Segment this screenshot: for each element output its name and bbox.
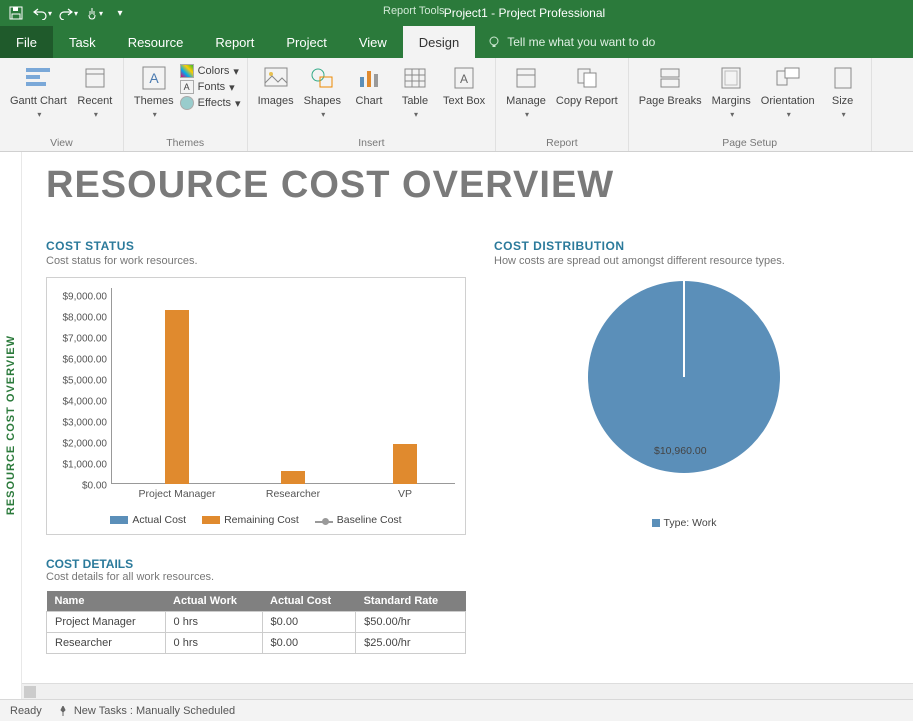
table-row[interactable]: Project Manager0 hrs$0.00$50.00/hr [47,612,466,633]
pie-legend: Type: Work [494,517,874,529]
images-button[interactable]: Images [254,62,298,110]
tell-me-search[interactable]: Tell me what you want to do [475,26,667,58]
undo-button[interactable]: ▾ [32,3,52,23]
title-bar: ▾ ▾ ▾ ▾ Report Tools Project1 - Project … [0,0,913,26]
manage-icon [512,64,540,92]
manage-button[interactable]: Manage [502,62,550,123]
save-button[interactable] [6,3,26,23]
recent-button[interactable]: Recent [73,62,117,123]
cost-details-panel: COST DETAILS Cost details for all work r… [46,557,466,654]
copy-icon [573,64,601,92]
page-breaks-button[interactable]: Page Breaks [635,62,706,110]
images-icon [262,64,290,92]
menu-bar: File Task Resource Report Project View D… [0,26,913,58]
shapes-button[interactable]: Shapes [300,62,345,123]
ribbon-group-themes: AThemes Colors ▾ AFonts ▾ Effects ▾ Them… [124,58,248,151]
cost-status-heading: COST STATUS [46,239,466,253]
copy-report-button[interactable]: Copy Report [552,62,622,110]
tell-me-placeholder: Tell me what you want to do [507,35,655,49]
context-tab-label: Report Tools [383,5,445,17]
themes-button[interactable]: AThemes [130,62,178,123]
orientation-icon [774,64,802,92]
tab-resource[interactable]: Resource [112,26,200,58]
colors-button[interactable]: Colors ▾ [180,64,241,78]
text-box-button[interactable]: AText Box [439,62,489,110]
tab-design[interactable]: Design [403,26,475,58]
report-canvas[interactable]: RESOURCE COST OVERVIEW COST STATUS Cost … [22,152,913,699]
margins-icon [717,64,745,92]
window-title: Project1 - Project Professional [136,6,913,20]
bar-legend: Actual Cost Remaining Cost Baseline Cost [47,514,465,526]
size-button[interactable]: Size [821,62,865,123]
ribbon-group-page-setup: Page Breaks Margins Orientation Size Pag… [629,58,872,151]
shapes-icon [308,64,336,92]
qat-customize-button[interactable]: ▾ [110,3,130,23]
cost-status-chart[interactable]: $0.00 $1,000.00 $2,000.00 $3,000.00 $4,0… [46,277,466,535]
ribbon-group-insert: Images Shapes Chart Table AText Box Inse… [248,58,497,151]
gantt-chart-button[interactable]: Gantt Chart [6,62,71,123]
pie-value-label: $10,960.00 [654,445,707,457]
document-area: RESOURCE COST OVERVIEW RESOURCE COST OVE… [0,152,913,699]
svg-text:A: A [149,70,159,86]
cost-dist-sub: How costs are spread out amongst differe… [494,255,874,267]
cost-details-heading: COST DETAILS [46,557,466,571]
bar-researcher [281,471,305,484]
ribbon: Gantt Chart Recent View AThemes Colors ▾… [0,58,913,152]
status-ready: Ready [10,705,42,717]
tab-project[interactable]: Project [270,26,342,58]
bulb-icon [487,35,501,49]
touch-mode-button[interactable]: ▾ [84,3,104,23]
page-breaks-icon [656,64,684,92]
cost-dist-heading: COST DISTRIBUTION [494,239,874,253]
ribbon-group-view: Gantt Chart Recent View [0,58,124,151]
fonts-button[interactable]: AFonts ▾ [180,80,241,94]
side-tab[interactable]: RESOURCE COST OVERVIEW [0,152,22,699]
status-newtasks: New Tasks : Manually Scheduled [58,705,235,717]
size-icon [829,64,857,92]
report-title: RESOURCE COST OVERVIEW [46,164,889,207]
tab-file[interactable]: File [0,26,53,58]
cost-status-panel: COST STATUS Cost status for work resourc… [46,239,466,535]
cost-dist-chart[interactable]: $10,960.00 Type: Work [494,277,874,535]
ribbon-group-report: Manage Copy Report Report [496,58,629,151]
tab-task[interactable]: Task [53,26,112,58]
table-button[interactable]: Table [393,62,437,123]
svg-text:A: A [460,72,468,86]
table-icon [401,64,429,92]
redo-button[interactable]: ▾ [58,3,78,23]
bar-vp [393,444,417,484]
chart-button[interactable]: Chart [347,62,391,110]
tab-view[interactable]: View [343,26,403,58]
bar-project-manager [165,310,189,484]
table-row[interactable]: Researcher0 hrs$0.00$25.00/hr [47,633,466,654]
cost-details-sub: Cost details for all work resources. [46,571,466,583]
horizontal-scrollbar[interactable] [22,683,913,699]
chart-icon [355,64,383,92]
margins-button[interactable]: Margins [708,62,755,123]
cost-status-sub: Cost status for work resources. [46,255,466,267]
status-bar: Ready New Tasks : Manually Scheduled [0,699,913,721]
pin-icon [58,706,68,716]
text-box-icon: A [450,64,478,92]
effects-button[interactable]: Effects ▾ [180,96,241,110]
cost-details-table[interactable]: Name Actual Work Actual Cost Standard Ra… [46,591,466,654]
tab-report[interactable]: Report [199,26,270,58]
cost-distribution-panel: COST DISTRIBUTION How costs are spread o… [494,239,874,535]
orientation-button[interactable]: Orientation [757,62,819,123]
quick-access-toolbar: ▾ ▾ ▾ ▾ [0,3,136,23]
